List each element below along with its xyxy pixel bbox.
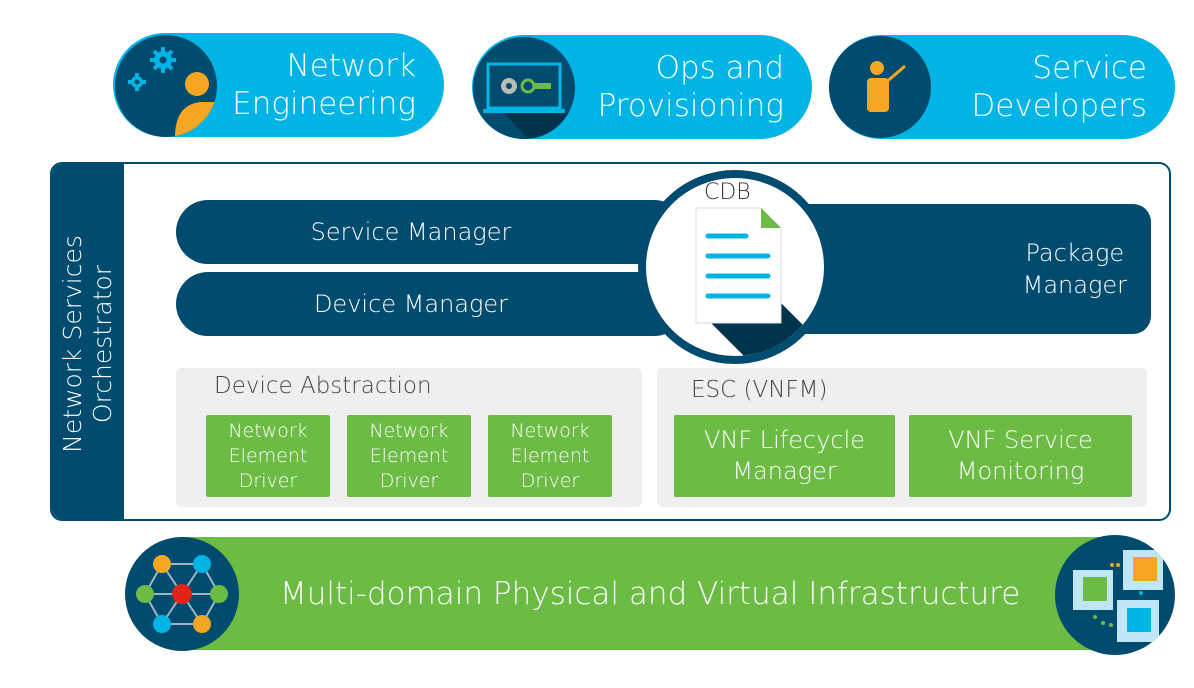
network-element-driver: Network Element Driver [347,415,471,497]
infrastructure-bar: Multi-domain Physical and Virtual Infras… [180,537,1115,650]
presenter-icon [829,36,931,138]
service-manager-label: Service Manager [310,218,512,246]
nso-title-line: Network Services [58,235,87,453]
device-abstraction-label: Device Abstraction [214,373,432,399]
persona-line: Network [286,48,416,84]
infrastructure-label: Multi-domain Physical and Virtual Infras… [280,575,1021,612]
driver-line: Driver [520,469,580,492]
network-element-driver: Network Element Driver [206,415,330,497]
nso-title: Network Services Orchestrator [58,235,118,453]
network-element-driver: Network Element Driver [488,415,612,497]
vnf-line: VNF Service [948,426,1093,454]
driver-line: Element [510,444,590,467]
gears-person-icon [115,35,217,137]
driver-line: Network [510,419,590,442]
persona-line: Service [1032,50,1147,86]
driver-line: Driver [238,469,298,492]
persona-line: Engineering [232,86,416,122]
laptop-tools-icon [473,37,575,139]
vnf-line: Manager [732,457,837,485]
persona-line: Provisioning [597,88,784,124]
vnf-line: Monitoring [956,457,1085,485]
driver-line: Network [369,419,449,442]
device-manager-label: Device Manager [313,290,509,318]
virtual-cubes-icon [1055,535,1175,655]
esc-label: ESC (VNFM) [691,377,828,403]
driver-line: Network [228,419,308,442]
network-mesh-icon [125,537,239,651]
vnf-lifecycle-manager: VNF Lifecycle Manager [674,415,895,497]
vnf-line: VNF Lifecycle [703,426,866,454]
nso-title-band: Network Services Orchestrator [52,164,124,519]
cdb-label: CDB [704,180,751,205]
cdb-database: CDB [638,170,832,364]
persona-line: Ops and [655,50,784,86]
service-manager: Service Manager [176,200,686,264]
driver-line: Element [369,444,449,467]
package-manager-line: Manager [1022,271,1127,299]
persona-line: Developers [971,88,1147,124]
vnf-service-monitoring: VNF Service Monitoring [909,415,1132,497]
driver-line: Driver [379,469,439,492]
package-manager: Package Manager [780,204,1151,334]
package-manager-line: Package [1025,239,1125,267]
device-manager: Device Manager [176,272,686,336]
driver-line: Element [228,444,308,467]
document-icon [695,207,824,356]
nso-title-line: Orchestrator [88,264,117,424]
